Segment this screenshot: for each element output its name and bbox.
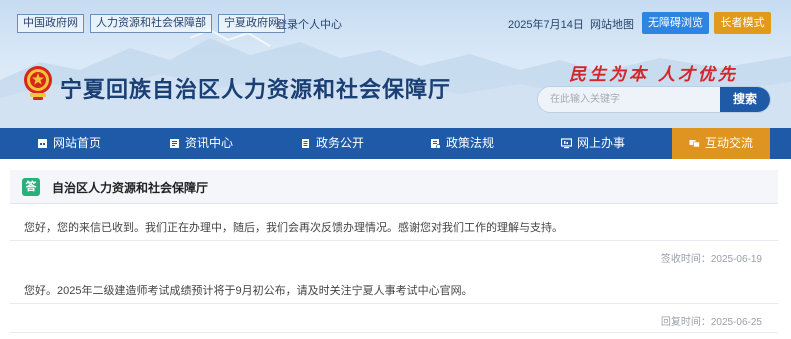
- reply-organization: 自治区人力资源和社会保障厅: [52, 181, 209, 195]
- link-nx-gov[interactable]: 宁夏政府网: [218, 14, 285, 33]
- received-time: 签收时间：2025-06-19: [660, 254, 762, 265]
- login-link[interactable]: 登录个人中心: [276, 16, 342, 32]
- nav-label: 资讯中心: [185, 136, 234, 150]
- nav-label: 网上办事: [577, 136, 626, 150]
- nav-label: 政务公开: [316, 136, 365, 150]
- sitemap-link[interactable]: 网站地图: [590, 16, 634, 32]
- top-links: 中国政府网 人力资源和社会保障部 宁夏政府网: [17, 14, 285, 33]
- national-emblem-icon: [24, 66, 52, 100]
- reply-message: 您好，您的来信已收到。我们正在办理中，随后，我们会再次反馈办理情况。感谢您对我们…: [24, 222, 563, 234]
- nav-item-home[interactable]: 网站首页: [37, 128, 101, 159]
- nav-label: 政策法规: [446, 136, 495, 150]
- document-icon: [300, 138, 311, 149]
- elder-mode-button[interactable]: 长者模式: [714, 12, 771, 34]
- news-icon: [169, 138, 180, 149]
- accessible-mode-button[interactable]: 无障碍浏览: [642, 12, 709, 34]
- reply-message: 您好。2025年二级建造师考试成绩预计将于9月初公布，请及时关注宁夏人事考试中心…: [24, 285, 473, 297]
- reply-time: 回复时间：2025-06-25: [660, 317, 762, 328]
- policy-icon: [430, 138, 441, 149]
- nav-label: 网站首页: [53, 136, 102, 150]
- site-title: 宁夏回族自治区人力资源和社会保障厅: [60, 77, 452, 102]
- link-mohrss[interactable]: 人力资源和社会保障部: [90, 14, 212, 33]
- nav-item-online-service[interactable]: 网上办事: [561, 128, 625, 159]
- divider: [10, 240, 778, 241]
- link-gov-cn[interactable]: 中国政府网: [17, 14, 84, 33]
- nav-label: 互动交流: [704, 136, 753, 150]
- search-box: 搜索: [537, 86, 771, 113]
- reply-header: 答 自治区人力资源和社会保障厅: [10, 170, 778, 204]
- home-icon: [37, 138, 48, 149]
- search-input[interactable]: [538, 87, 722, 112]
- nav-item-policy[interactable]: 政策法规: [430, 128, 494, 159]
- nav-item-interaction[interactable]: 互动交流: [672, 128, 770, 159]
- nav-item-news[interactable]: 资讯中心: [169, 128, 233, 159]
- search-button[interactable]: 搜索: [720, 87, 770, 112]
- current-date: 2025年7月14日: [508, 19, 584, 31]
- reply-badge: 答: [22, 178, 40, 196]
- slogan: 民生为本 人才优先: [569, 65, 738, 85]
- monitor-icon: [561, 138, 572, 149]
- nav-item-gov-affairs[interactable]: 政务公开: [300, 128, 364, 159]
- divider: [10, 332, 778, 333]
- chat-icon: [689, 138, 700, 149]
- main-nav: 网站首页 资讯中心 政务公开 政策法规 网上办事 互动交流: [0, 128, 791, 159]
- divider: [10, 303, 778, 304]
- header-banner: 中国政府网 人力资源和社会保障部 宁夏政府网 登录个人中心 2025年7月14日…: [0, 0, 791, 128]
